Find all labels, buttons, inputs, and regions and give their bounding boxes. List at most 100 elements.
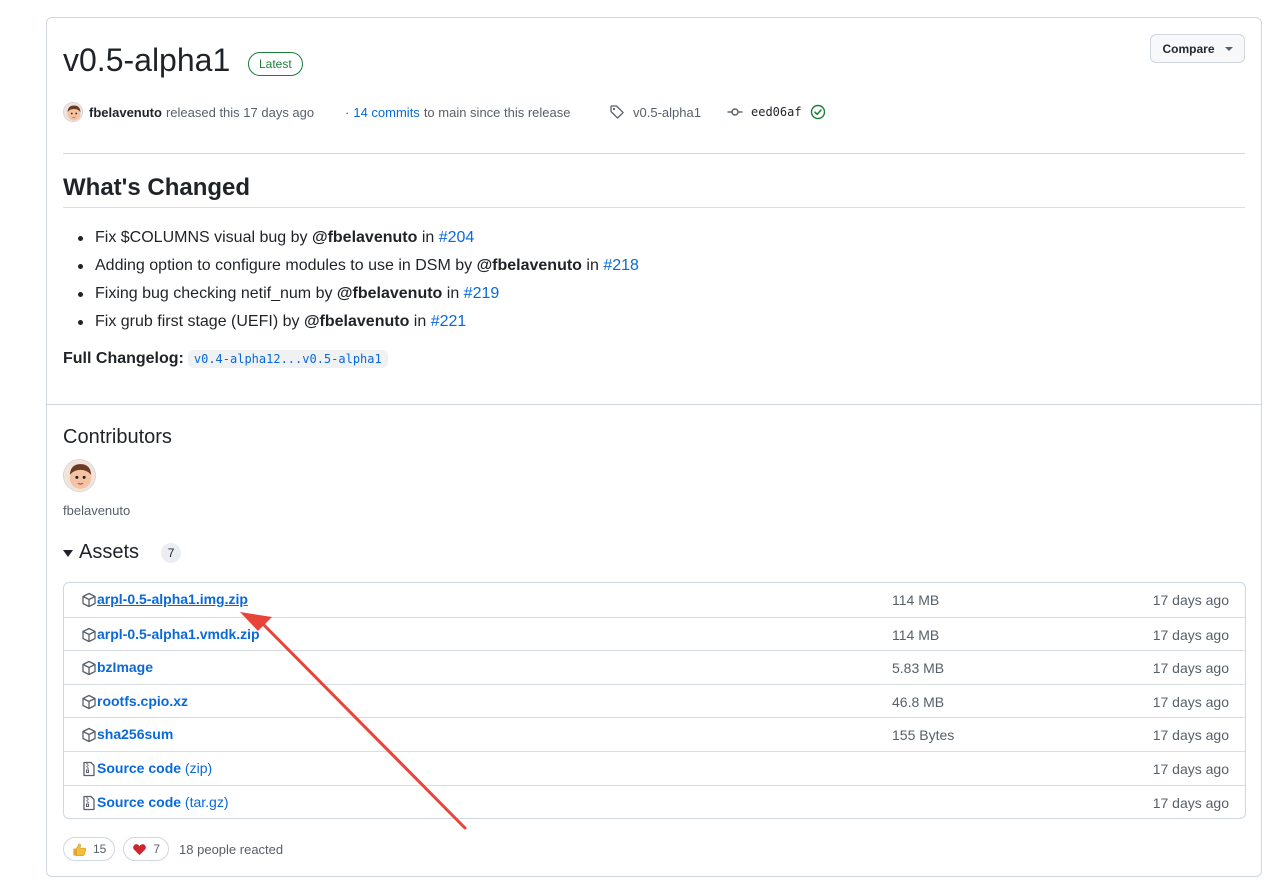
contributor-avatar[interactable] [63,459,96,492]
change-item: Adding option to configure modules to us… [78,252,639,280]
asset-name: arpl-0.5-alpha1.img.zip [97,591,248,607]
asset-row: arpl-0.5-alpha1.img.zip 114 MB 17 days a… [64,583,1245,617]
asset-name: Source code [97,793,182,810]
heart-reaction[interactable]: 7 [123,837,170,861]
asset-link[interactable]: sha256sum [97,726,173,742]
asset-size: 46.8 MB [892,693,945,710]
asset-row: rootfs.cpio.xz 46.8 MB 17 days ago [64,683,1245,718]
released-text: released this 17 days ago [165,104,315,120]
tag-info[interactable]: v0.5-alpha1 [609,100,701,124]
asset-link[interactable]: Source code (tar.gz) [97,794,229,810]
changelog-label: Full Changelog: [63,350,184,367]
file-zip-icon [81,795,97,811]
asset-name: rootfs.cpio.xz [97,692,189,709]
divider [63,207,1245,208]
pr-link[interactable]: #204 [439,229,475,246]
asset-row: arpl-0.5-alpha1.vmdk.zip 114 MB 17 days … [64,616,1245,651]
release-author: fbelavenuto released this 17 days ago [63,100,314,124]
caret-down-icon [1224,46,1233,51]
change-item: Fixing bug checking netif_num by @fbelav… [78,280,639,308]
thumbs-up-icon [72,842,87,857]
change-text: Adding option to configure modules to us… [95,257,473,274]
assets-count: 7 [161,542,182,563]
reactions-bar: 15 7 18 people reacted [63,836,283,862]
asset-time: 17 days ago [1152,660,1229,677]
change-in: in [586,257,599,274]
asset-row: Source code (tar.gz) 17 days ago [64,784,1245,819]
git-commit-icon [727,104,743,120]
asset-link[interactable]: arpl-0.5-alpha1.img.zip [97,591,248,607]
asset-time: 17 days ago [1152,592,1229,608]
mention-link[interactable]: @fbelavenuto [337,285,442,302]
asset-row: bzImage 5.83 MB 17 days ago [64,650,1245,684]
asset-row: Source code (zip) 17 days ago [64,750,1245,785]
author-avatar[interactable] [63,102,83,122]
asset-time: 17 days ago [1152,693,1229,710]
triangle-down-icon [63,550,73,557]
commits-info: · 14 commits to main since this release [345,100,571,124]
commits-link[interactable]: 14 commits [353,105,419,120]
tag-name: v0.5-alpha1 [633,104,701,120]
compare-button-label: Compare [1162,41,1215,56]
divider [47,404,1261,405]
assets-list: arpl-0.5-alpha1.img.zip 114 MB 17 days a… [63,582,1246,820]
change-in: in [413,313,427,330]
release-meta: fbelavenuto released this 17 days ago · … [63,100,1063,124]
contributors-heading: Contributors [63,426,172,448]
change-text: Fix $COLUMNS visual bug by [95,229,308,246]
thumbs-up-count: 15 [93,842,107,856]
package-icon [81,592,97,608]
changelog-link[interactable]: v0.4-alpha12...v0.5-alpha1 [187,350,388,368]
asset-size: 155 Bytes [892,727,955,744]
asset-link[interactable]: bzImage [97,659,153,675]
full-changelog: Full Changelog: v0.4-alpha12...v0.5-alph… [63,350,388,368]
asset-link[interactable]: Source code (zip) [97,760,212,776]
changes-list: Fix $COLUMNS visual bug by @fbelavenuto … [78,224,639,336]
asset-time: 17 days ago [1152,727,1229,744]
asset-time: 17 days ago [1152,760,1229,777]
assets-heading: Assets [79,541,140,563]
asset-name: bzImage [97,659,154,676]
commit-info[interactable]: eed06af [727,100,826,124]
author-link[interactable]: fbelavenuto [89,105,162,120]
mention-link[interactable]: @fbelavenuto [304,313,409,330]
change-in: in [421,229,435,246]
change-in: in [446,285,460,302]
asset-name: Source code [97,759,182,776]
compare-button[interactable]: Compare [1150,34,1245,63]
latest-badge: Latest [248,52,303,76]
check-circle-icon [810,104,826,120]
commit-sha: eed06af [751,105,802,119]
release-title[interactable]: v0.5-alpha1 [63,42,230,79]
change-text: Fix grub first stage (UEFI) by [95,313,300,330]
pr-link[interactable]: #219 [464,285,500,302]
pr-link[interactable]: #218 [603,257,639,274]
asset-size: 5.83 MB [892,660,945,677]
assets-toggle[interactable]: Assets 7 [63,541,182,564]
whats-changed-heading: What's Changed [63,174,251,201]
reactions-summary: 18 people reacted [179,841,284,857]
asset-row: sha256sum 155 Bytes 17 days ago [64,717,1245,751]
package-icon [81,660,97,676]
asset-time: 17 days ago [1152,794,1229,811]
asset-name: arpl-0.5-alpha1.vmdk.zip [97,625,260,642]
tag-icon [609,104,625,120]
mention-link[interactable]: @fbelavenuto [477,257,582,274]
pr-link[interactable]: #221 [431,313,467,330]
mention-link[interactable]: @fbelavenuto [312,229,417,246]
thumbs-up-reaction[interactable]: 15 [63,837,116,861]
package-icon [81,694,97,710]
package-icon [81,627,97,643]
contributor-name[interactable]: fbelavenuto [63,503,130,518]
divider [63,153,1245,154]
asset-name: sha256sum [97,726,174,743]
asset-format: (tar.gz) [184,793,229,810]
asset-link[interactable]: rootfs.cpio.xz [97,693,188,709]
asset-size: 114 MB [892,626,940,643]
asset-link[interactable]: arpl-0.5-alpha1.vmdk.zip [97,626,260,642]
change-text: Fixing bug checking netif_num by [95,285,333,302]
asset-size: 114 MB [892,592,940,608]
change-item: Fix $COLUMNS visual bug by @fbelavenuto … [78,224,639,252]
file-zip-icon [81,761,97,777]
asset-format: (zip) [184,759,213,776]
